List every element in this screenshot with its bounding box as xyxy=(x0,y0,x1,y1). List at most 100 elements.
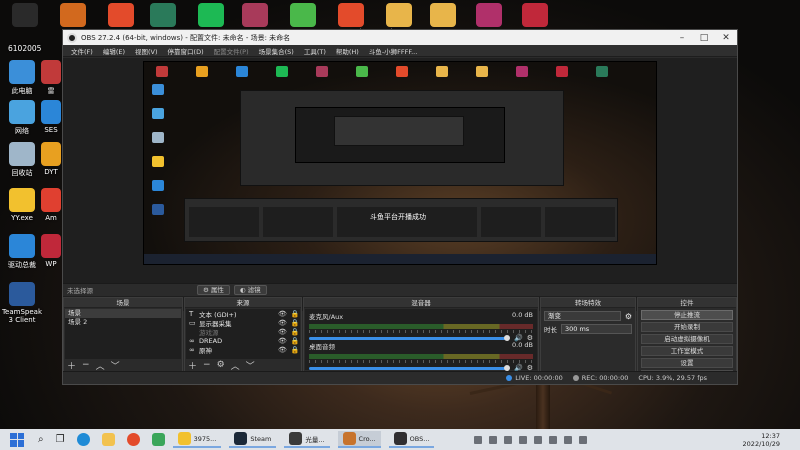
menu-item[interactable]: 配置文件(P) xyxy=(209,46,254,56)
desktop-top-app-icon[interactable] xyxy=(108,3,134,27)
maximize-icon[interactable]: □ xyxy=(693,33,715,43)
desktop-top-app-icon[interactable] xyxy=(242,3,268,27)
taskbar-app[interactable]: 3975... xyxy=(172,431,222,448)
settings-button[interactable]: 设置 xyxy=(641,358,733,368)
eye-icon[interactable]: 👁 xyxy=(278,328,287,336)
taskbar-app[interactable]: 光量... xyxy=(284,431,330,448)
scenes-list[interactable]: 场景 场景 2 xyxy=(65,309,181,359)
volume-slider[interactable] xyxy=(309,366,506,370)
minimize-icon[interactable]: – xyxy=(671,33,693,43)
source-item[interactable]: ∞ 原神 👁 🔒 xyxy=(186,345,300,355)
lock-icon[interactable]: 🔒 xyxy=(291,319,300,327)
chrome-icon[interactable] xyxy=(126,433,140,446)
nested-app-icon xyxy=(152,156,164,167)
move-up-icon[interactable]: ︿ xyxy=(231,359,240,372)
no-source-selected-label: 未选择源 xyxy=(67,287,93,295)
search-icon[interactable]: ⌕ xyxy=(38,434,44,445)
remove-source-icon[interactable]: − xyxy=(203,360,211,370)
tray-icon[interactable] xyxy=(549,435,558,444)
tray-icon[interactable] xyxy=(579,435,588,444)
tray-icon[interactable] xyxy=(489,435,498,444)
eye-icon[interactable]: 👁 xyxy=(278,346,287,354)
tray-icon[interactable] xyxy=(519,435,528,444)
system-clock[interactable]: 12:37 2022/10/29 xyxy=(743,432,780,448)
app-icon[interactable] xyxy=(151,433,165,446)
filters-button[interactable]: ◐ 滤镜 xyxy=(233,285,267,295)
menu-item[interactable]: 编辑(E) xyxy=(98,46,130,56)
move-down-icon[interactable]: ﹀ xyxy=(111,359,120,372)
menu-item[interactable]: 帮助(H) xyxy=(331,46,364,56)
studio-mode-button[interactable]: 工作室模式 xyxy=(641,346,733,356)
transition-select[interactable]: 渐变 xyxy=(544,311,621,321)
move-down-icon[interactable]: ﹀ xyxy=(246,359,255,372)
folder-icon[interactable] xyxy=(101,433,115,446)
desktop-app-icon xyxy=(9,188,35,212)
properties-button[interactable]: ⚙ 属性 xyxy=(197,285,230,295)
desktop-top-app-icon[interactable] xyxy=(198,3,224,27)
source-item[interactable]: 游戏源 👁 🔒 xyxy=(186,327,300,337)
duration-input[interactable]: 300 ms xyxy=(561,324,632,334)
remove-scene-icon[interactable]: − xyxy=(82,360,90,370)
menu-item[interactable]: 场景集合(S) xyxy=(254,46,299,56)
tray-icon[interactable] xyxy=(534,435,543,444)
stop-streaming-button[interactable]: 停止推流 xyxy=(641,310,733,320)
lock-icon[interactable]: 🔒 xyxy=(291,310,300,318)
start-virtual-camera-button[interactable]: 启动虚拟摄像机 xyxy=(641,334,733,344)
task-view-icon[interactable]: ❐ xyxy=(56,434,65,445)
desktop-top-app-icon[interactable] xyxy=(522,3,548,27)
start-recording-button[interactable]: 开始录制 xyxy=(641,322,733,332)
add-source-icon[interactable]: ＋ xyxy=(188,359,197,372)
preview-canvas[interactable]: 斗鱼平台开播成功 xyxy=(143,61,657,265)
tray-icon[interactable] xyxy=(504,435,513,444)
scene-item[interactable]: 场景 xyxy=(65,309,181,318)
source-settings-icon[interactable]: ⚙ xyxy=(217,360,225,370)
obs-window[interactable]: OBS 27.2.4 (64-bit, windows) - 配置文件: 未命名… xyxy=(62,29,738,385)
desktop-icon[interactable]: 回收站 xyxy=(0,142,44,178)
desktop-top-app-icon[interactable] xyxy=(386,3,412,27)
add-scene-icon[interactable]: ＋ xyxy=(67,359,76,372)
desktop-icon[interactable]: Am xyxy=(40,188,62,222)
taskbar-app[interactable]: Steam xyxy=(229,431,277,448)
desktop-top-app-icon[interactable] xyxy=(60,3,86,27)
desktop-icon[interactable]: TeamSpeak 3 Client xyxy=(0,282,44,324)
taskbar-app[interactable]: OBS... xyxy=(388,431,435,448)
desktop-icon[interactable]: 网络 xyxy=(0,100,44,136)
desktop-icon[interactable]: WP xyxy=(40,234,62,268)
close-icon[interactable]: ✕ xyxy=(715,33,737,43)
eye-icon[interactable]: 👁 xyxy=(278,319,287,327)
desktop-top-app-icon[interactable] xyxy=(338,3,364,27)
desktop-icon[interactable]: YY.exe xyxy=(0,188,44,222)
desktop-top-app-icon[interactable] xyxy=(12,3,38,27)
desktop-top-app-icon[interactable] xyxy=(290,3,316,27)
eye-icon[interactable]: 👁 xyxy=(278,310,287,318)
start-button[interactable] xyxy=(10,432,24,447)
menu-item[interactable]: 视图(V) xyxy=(130,46,163,56)
menu-item[interactable]: 文件(F) xyxy=(66,46,98,56)
nested-app-icon xyxy=(556,66,568,77)
desktop-top-app-icon[interactable] xyxy=(430,3,456,27)
scene-item[interactable]: 场景 2 xyxy=(65,318,181,327)
eye-icon[interactable]: 👁 xyxy=(278,337,287,345)
lock-icon[interactable]: 🔒 xyxy=(291,346,300,354)
move-up-icon[interactable]: ︿ xyxy=(96,359,105,372)
lock-icon[interactable]: 🔒 xyxy=(291,337,300,345)
menu-item[interactable]: 停靠窗口(D) xyxy=(163,46,209,56)
desktop-top-app-icon[interactable] xyxy=(150,3,176,27)
obs-titlebar[interactable]: OBS 27.2.4 (64-bit, windows) - 配置文件: 未命名… xyxy=(63,30,737,45)
sources-list[interactable]: T 文本 (GDI+) 👁 🔒 ▭ 显示器采集 👁 🔒 游戏源 👁 🔒 ∞ DREAD 👁 🔒 ∞ 原神 👁 🔒 xyxy=(186,309,300,359)
preview-area[interactable]: 斗鱼平台开播成功 xyxy=(63,58,737,311)
edge-icon[interactable] xyxy=(76,433,90,446)
tray-icon[interactable] xyxy=(564,435,573,444)
transition-settings-icon[interactable]: ⚙ xyxy=(625,312,632,321)
tray-icon[interactable] xyxy=(474,435,483,444)
desktop-icon[interactable]: DYT xyxy=(40,142,62,176)
desktop-icon[interactable]: SES xyxy=(40,100,62,134)
menu-item[interactable]: 斗鱼-小狮FFFF... xyxy=(364,46,422,56)
menu-item[interactable]: 工具(T) xyxy=(299,46,331,56)
lock-icon[interactable]: 🔒 xyxy=(291,328,300,336)
desktop-icon[interactable]: 雷 xyxy=(40,60,62,96)
desktop-top-app-icon[interactable] xyxy=(476,3,502,27)
desktop-icon[interactable]: 此电脑 xyxy=(0,60,44,96)
taskbar-app[interactable]: Cro... xyxy=(337,431,381,448)
desktop-icon[interactable]: 驱动总裁 xyxy=(0,234,44,270)
